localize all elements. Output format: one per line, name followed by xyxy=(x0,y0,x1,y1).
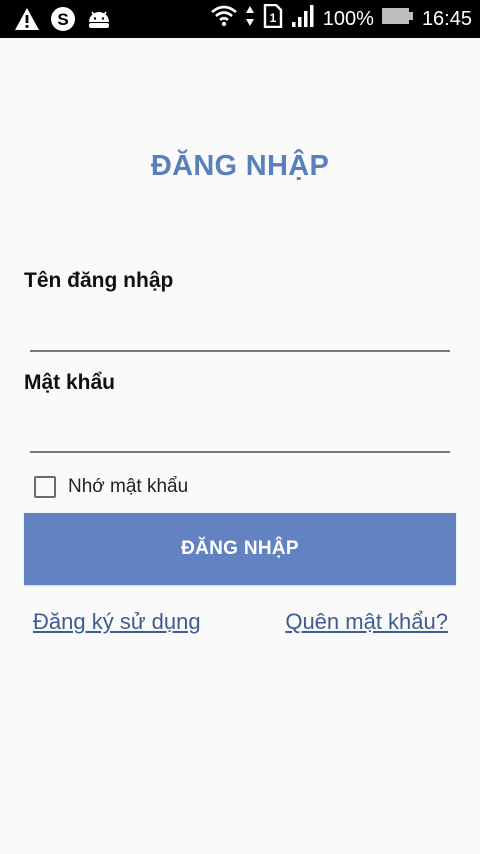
warning-icon xyxy=(14,7,40,36)
status-bar-system: 1 100% 16:45 xyxy=(210,0,472,38)
username-label: Tên đăng nhập xyxy=(24,269,174,292)
remember-password-row[interactable]: Nhớ mật khẩu xyxy=(34,476,188,498)
battery-percent: 100% xyxy=(322,7,374,30)
android-icon xyxy=(86,8,112,35)
remember-password-checkbox[interactable] xyxy=(34,476,56,498)
skype-icon: S xyxy=(50,6,76,37)
forgot-password-link[interactable]: Quên mật khẩu? xyxy=(285,609,448,635)
username-input[interactable] xyxy=(30,318,450,352)
remember-password-label: Nhớ mật khẩu xyxy=(68,476,189,497)
signal-icon xyxy=(291,5,315,33)
battery-icon xyxy=(381,7,414,31)
sim-1-icon: 1 xyxy=(263,3,283,34)
password-input[interactable] xyxy=(30,419,450,453)
wifi-icon xyxy=(210,5,237,33)
password-label: Mật khẩu xyxy=(24,371,116,394)
login-button[interactable]: ĐĂNG NHẬP xyxy=(24,513,456,585)
status-bar: S 1 100% 16:45 xyxy=(0,0,480,38)
login-screen: ĐĂNG NHẬP Tên đăng nhập Mật khẩu Nhớ mật… xyxy=(0,38,480,854)
svg-text:S: S xyxy=(57,10,68,29)
status-bar-notifications: S xyxy=(14,6,112,37)
register-link[interactable]: Đăng ký sử dụng xyxy=(33,609,201,635)
data-arrows-icon xyxy=(245,5,255,33)
svg-text:1: 1 xyxy=(269,11,276,25)
clock: 16:45 xyxy=(421,7,472,30)
page-title: ĐĂNG NHẬP xyxy=(150,150,330,182)
